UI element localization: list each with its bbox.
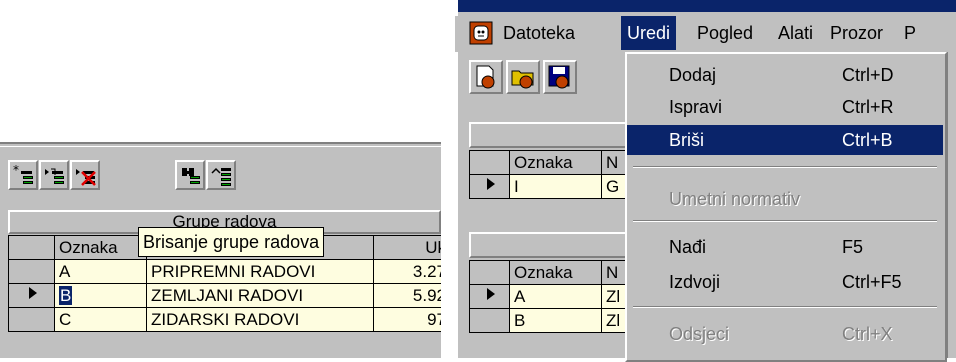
panel-border [0, 142, 441, 144]
delete-group-button[interactable] [70, 160, 100, 190]
insert-group-icon [45, 168, 64, 184]
menu-item-shortcut: Ctrl+D [842, 65, 894, 85]
sort-icon [211, 167, 231, 186]
menu-alati[interactable]: Alati [772, 16, 819, 50]
menu-item-odsjeci[interactable]: Odsjeci Ctrl+X [627, 319, 943, 349]
menu-item-shortcut: Ctrl+F5 [842, 272, 902, 292]
uredi-dropdown-menu: Dodaj Ctrl+D Ispravi Ctrl+R Briši Ctrl+B… [625, 52, 947, 362]
app-icon [469, 21, 493, 45]
menu-p[interactable]: P [898, 16, 922, 50]
table-row-current[interactable]: A Zl [469, 284, 630, 309]
cell-naziv[interactable]: PRIPREMNI RADOVI [146, 259, 374, 284]
selected-cell-text[interactable]: B [59, 285, 73, 305]
save-icon [548, 65, 570, 89]
table-row[interactable]: B Zl [469, 308, 630, 333]
row-indicator[interactable] [469, 308, 510, 333]
menu-separator [633, 306, 937, 308]
row-indicator[interactable] [8, 259, 55, 284]
tooltip: Brisanje grupe radova [138, 227, 325, 257]
row-indicator-current[interactable] [469, 174, 510, 199]
menu-pogled[interactable]: Pogled [691, 16, 759, 50]
current-row-arrow-icon [486, 177, 495, 190]
new-button[interactable] [469, 60, 503, 94]
table-row[interactable]: A PRIPREMNI RADOVI 3.27 [8, 259, 441, 284]
cell-naziv[interactable]: ZIDARSKI RADOVI [146, 307, 374, 332]
lower-grid-title-bar [469, 232, 629, 258]
insert-group-button[interactable] [39, 160, 69, 190]
menu-item-brisi[interactable]: Briši Ctrl+B [627, 125, 943, 155]
row-indicator-header [469, 150, 510, 175]
cell-uk[interactable]: 97 [373, 307, 441, 332]
menu-item-shortcut: Ctrl+B [842, 130, 893, 150]
menu-uredi[interactable]: Uredi [621, 16, 677, 50]
menu-item-ispravi[interactable]: Ispravi Ctrl+R [627, 92, 943, 122]
title-bar [455, 0, 956, 12]
window-border [455, 0, 458, 358]
row-indicator[interactable] [8, 307, 55, 332]
open-button[interactable] [506, 60, 540, 94]
app-icon[interactable] [469, 21, 493, 45]
row-indicator-header [469, 260, 510, 285]
cell-oznaka[interactable]: B [509, 308, 602, 333]
find-icon [182, 168, 200, 184]
row-indicator-current[interactable] [8, 283, 55, 308]
delete-group-icon [76, 169, 96, 186]
menu-item-shortcut: F5 [842, 237, 864, 257]
column-header-oznaka[interactable]: Oznaka [509, 260, 602, 285]
menu-bar: Datoteka Uredi Pogled Alati Prozor P [455, 16, 956, 52]
menu-datoteka[interactable]: Datoteka [497, 16, 581, 50]
open-icon [511, 70, 534, 89]
menu-prozor[interactable]: Prozor [824, 16, 889, 50]
sort-button[interactable] [206, 160, 236, 190]
menu-item-label: Dodaj [669, 65, 717, 85]
find-button[interactable] [175, 160, 205, 190]
menu-item-label: Briši [669, 130, 704, 150]
svg-text:*: * [13, 165, 19, 177]
panel-border-highlight [0, 146, 441, 147]
row-indicator-header [8, 235, 55, 260]
cell-uk[interactable]: 3.27 [373, 259, 441, 284]
menu-separator [633, 220, 937, 222]
grid-header-row: Oznaka N [469, 150, 630, 175]
lower-grid: Oznaka N A Zl B Zl [469, 260, 630, 333]
upper-grid-title-bar [469, 122, 629, 148]
menu-item-label: Izdvoji [669, 272, 721, 292]
menu-item-nadji[interactable]: Nađi F5 [627, 232, 943, 262]
cell-uk[interactable]: 5.92 [373, 283, 441, 308]
table-row[interactable]: C ZIDARSKI RADOVI 97 [8, 307, 441, 332]
add-group-button[interactable]: * [8, 160, 38, 190]
menu-item-label: Ispravi [669, 97, 723, 117]
menu-item-label: Nađi [669, 237, 707, 257]
column-header-oznaka[interactable]: Oznaka [54, 235, 147, 260]
menu-item-label: Odsjeci [669, 324, 730, 344]
current-row-arrow-icon [28, 286, 37, 299]
menu-item-izdvoji[interactable]: Izdvoji Ctrl+F5 [627, 267, 943, 297]
new-icon [476, 65, 495, 89]
cell-oznaka[interactable]: B [54, 283, 147, 308]
table-row-current[interactable]: B ZEMLJANI RADOVI 5.92 [8, 283, 441, 308]
menu-item-dodaj[interactable]: Dodaj Ctrl+D [627, 60, 943, 90]
grid-header-row: Oznaka N [469, 260, 630, 285]
add-group-icon: * [13, 165, 33, 184]
menu-item-shortcut: Ctrl+X [842, 324, 893, 344]
column-header-uk[interactable]: Uk [373, 235, 441, 260]
menu-separator [633, 166, 937, 168]
cell-naziv[interactable]: ZEMLJANI RADOVI [146, 283, 374, 308]
cell-oznaka[interactable]: C [54, 307, 147, 332]
column-header-oznaka[interactable]: Oznaka [509, 150, 602, 175]
cell-oznaka[interactable]: A [509, 284, 602, 309]
upper-grid: Oznaka N I G [469, 150, 630, 199]
row-indicator-current[interactable] [469, 284, 510, 309]
right-edge-frame [947, 52, 956, 358]
cell-oznaka[interactable]: A [54, 259, 147, 284]
table-row-current[interactable]: I G [469, 174, 630, 199]
menu-item-umetni-normativ[interactable]: Umetni normativ [627, 184, 943, 214]
cell-oznaka[interactable]: I [509, 174, 602, 199]
menu-item-label: Umetni normativ [669, 189, 801, 209]
save-button[interactable] [543, 60, 577, 94]
menu-item-shortcut: Ctrl+R [842, 97, 894, 117]
current-row-arrow-icon [486, 287, 495, 300]
